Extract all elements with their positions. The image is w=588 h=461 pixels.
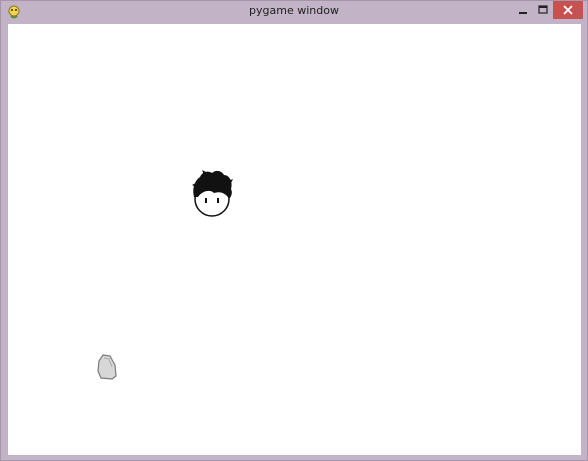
window-title: pygame window bbox=[249, 4, 339, 17]
close-button[interactable] bbox=[553, 1, 583, 19]
minimize-button[interactable] bbox=[511, 1, 535, 19]
close-icon bbox=[563, 5, 573, 15]
title-bar[interactable]: pygame window bbox=[1, 1, 587, 23]
game-canvas[interactable] bbox=[8, 24, 581, 455]
pygame-window: pygame window bbox=[0, 0, 588, 461]
maximize-icon bbox=[538, 5, 548, 14]
minimize-icon bbox=[519, 12, 527, 14]
maximize-button[interactable] bbox=[533, 1, 553, 19]
rock-sprite bbox=[97, 354, 117, 380]
player-head-sprite bbox=[192, 170, 233, 217]
